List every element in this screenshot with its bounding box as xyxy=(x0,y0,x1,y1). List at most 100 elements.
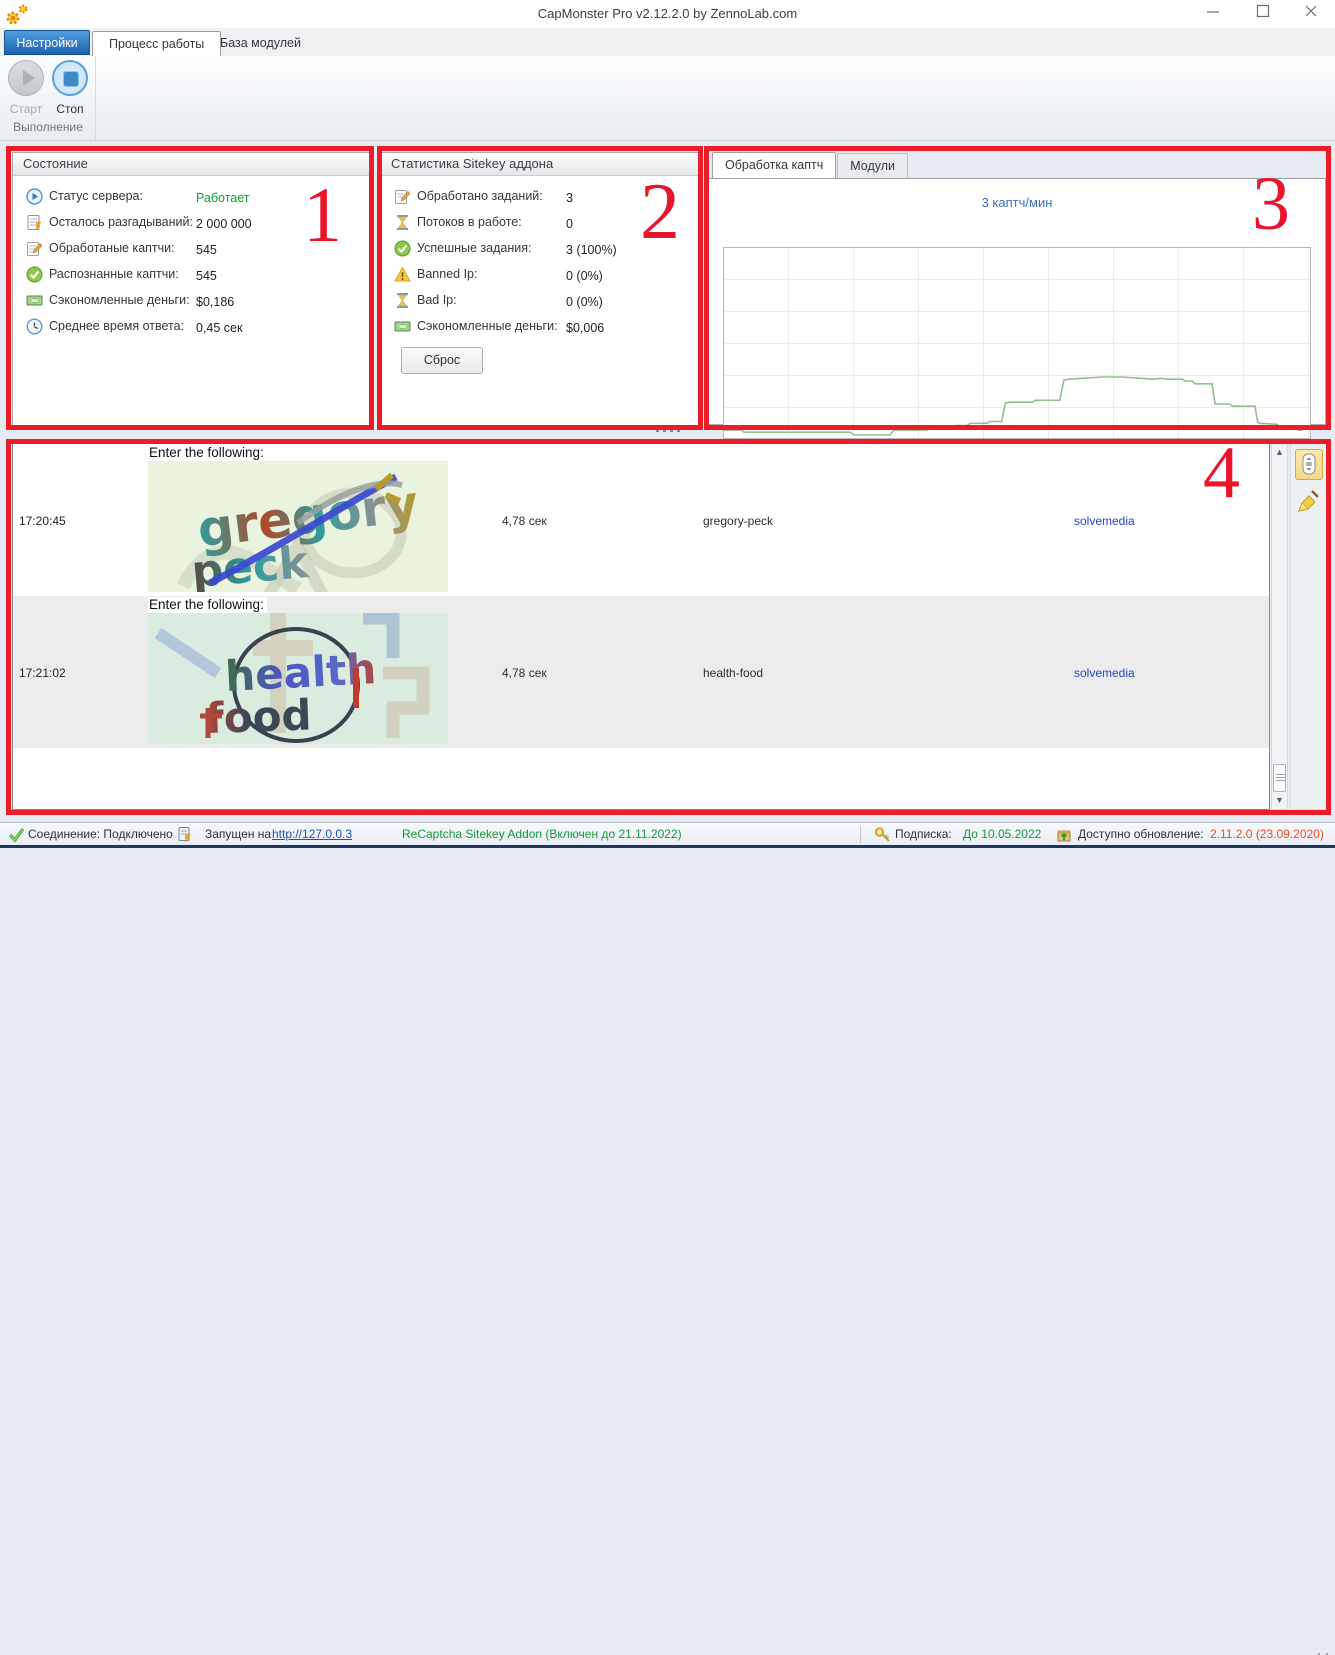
update-label: Доступно обновление: xyxy=(1078,827,1204,841)
sitekey-row: Успешные задания: 3 (100%) xyxy=(381,238,699,264)
running-at-label: Запущен на xyxy=(205,827,271,841)
status-panel-title: Состояние xyxy=(13,153,371,176)
status-value: 545 xyxy=(196,242,217,259)
banknote-icon xyxy=(394,318,411,335)
captcha-answer: gregory-peck xyxy=(703,514,773,528)
subscription-value: До 10.05.2022 xyxy=(963,827,1041,841)
window-title: CapMonster Pro v2.12.2.0 by ZennoLab.com xyxy=(0,0,1335,28)
captcha-image-block: Enter the following: health food xyxy=(148,597,448,747)
server-url-link[interactable]: http://127.0.0.3 xyxy=(272,827,352,841)
captcha-duration: 4,78 сек xyxy=(502,666,547,680)
connection-status: Соединение: Подключено xyxy=(28,827,173,841)
execution-group-label: Выполнение xyxy=(0,120,96,134)
chart-line xyxy=(724,377,1310,435)
check-circle-icon xyxy=(394,240,411,257)
status-label: Распознанные каптчи: xyxy=(49,267,179,281)
scroll-up-arrow[interactable]: ▲ xyxy=(1272,444,1287,461)
clear-list-button[interactable] xyxy=(1298,489,1321,513)
hourglass-icon xyxy=(394,214,411,231)
sitekey-value: $0,006 xyxy=(566,320,604,337)
stop-button[interactable]: Стоп xyxy=(49,60,91,116)
captcha-prompt: Enter the following: xyxy=(148,445,267,461)
sitekey-row: Сэкономленные деньги: $0,006 xyxy=(381,316,699,342)
captcha-image-block: Enter the following: gregory peck xyxy=(148,445,448,595)
scroll-thumb[interactable] xyxy=(1273,764,1286,792)
close-button[interactable] xyxy=(1296,4,1326,24)
check-circle-icon xyxy=(26,266,43,283)
title-bar: CapMonster Pro v2.12.2.0 by ZennoLab.com xyxy=(0,0,1335,28)
sitekey-panel-title: Статистика Sitekey аддона xyxy=(381,153,699,176)
sitekey-value: 0 (0%) xyxy=(566,268,603,285)
captcha-rate-chart xyxy=(723,247,1311,439)
status-row: Сэкономленные деньги: $0,186 xyxy=(13,290,371,316)
tab-work-process[interactable]: Процесс работы xyxy=(92,31,221,56)
captcha-row[interactable]: 17:21:02 Enter the following: health foo… xyxy=(13,596,1269,748)
status-value: Работает xyxy=(196,190,250,207)
tab-modules-db[interactable]: База модулей xyxy=(204,31,317,56)
captcha-time: 17:20:45 xyxy=(19,514,66,528)
horizontal-splitter[interactable] xyxy=(600,429,735,437)
update-box-icon xyxy=(1056,826,1073,843)
captcha-answer: health-food xyxy=(703,666,763,680)
status-row: Статус сервера: Работает xyxy=(13,186,371,212)
play-circle-icon xyxy=(26,188,43,205)
status-label: Статус сервера: xyxy=(49,189,143,203)
chart-panel: Обработка каптчМодули 3 каптч/мин xyxy=(708,152,1328,427)
status-value: 2 000 000 xyxy=(196,216,252,233)
update-value: 2.11.2.0 (23.09.2020) xyxy=(1210,827,1324,841)
execution-group: Старт Стоп Выполнение xyxy=(0,56,96,140)
captcha-list: 17:20:45 Enter the following: gregory pe… xyxy=(12,443,1270,810)
start-button[interactable]: Старт xyxy=(5,60,47,116)
sitekey-row: Bad Ip: 0 (0%) xyxy=(381,290,699,316)
captcha-image: gregory peck xyxy=(148,461,448,592)
captcha-duration: 4,78 сек xyxy=(502,514,547,528)
clock-icon xyxy=(26,318,43,335)
sitekey-row: Banned Ip: 0 (0%) xyxy=(381,264,699,290)
autoscroll-toggle-button[interactable] xyxy=(1295,449,1323,480)
status-label: Обработаные каптчи: xyxy=(49,241,175,255)
sitekey-label: Bad Ip: xyxy=(417,293,457,307)
doc-bolt-icon xyxy=(26,214,43,231)
hourglass-icon xyxy=(394,292,411,309)
tab-settings[interactable]: Настройки xyxy=(4,30,90,55)
banknote-icon xyxy=(26,292,43,309)
status-row: Распознанные каптчи: 545 xyxy=(13,264,371,290)
reset-button[interactable]: Сброс xyxy=(401,347,483,374)
server-doc-icon xyxy=(176,826,193,843)
scroll-down-arrow[interactable]: ▼ xyxy=(1272,792,1287,809)
sitekey-row: Потоков в работе: 0 xyxy=(381,212,699,238)
capmonster-window: CapMonster Pro v2.12.2.0 by ZennoLab.com… xyxy=(0,0,1335,848)
captcha-provider-link[interactable]: solvemedia xyxy=(1074,514,1135,528)
key-icon xyxy=(874,826,891,843)
stop-icon xyxy=(52,60,88,96)
captcha-row[interactable]: 17:20:45 Enter the following: gregory pe… xyxy=(13,444,1269,596)
play-icon xyxy=(8,60,44,96)
addon-status: ReCaptcha Sitekey Addon (Включен до 21.1… xyxy=(402,827,682,841)
minimize-button[interactable] xyxy=(1198,4,1228,24)
subscription-label: Подписка: xyxy=(895,827,952,841)
stop-label: Стоп xyxy=(49,102,91,116)
captcha-image: health food xyxy=(148,613,448,744)
sitekey-label: Успешные задания: xyxy=(417,241,531,255)
notepad-pencil-icon xyxy=(26,240,43,257)
captcha-prompt: Enter the following: xyxy=(148,597,267,613)
status-label: Сэкономленные деньги: xyxy=(49,293,190,307)
chart-title: 3 каптч/мин xyxy=(709,195,1325,210)
captcha-provider-link[interactable]: solvemedia xyxy=(1074,666,1135,680)
status-label: Осталось разгадываний: xyxy=(49,215,193,229)
statusbar-separator xyxy=(860,826,861,843)
sitekey-value: 3 xyxy=(566,190,573,207)
status-row: Осталось разгадываний: 2 000 000 xyxy=(13,212,371,238)
status-value: 0,45 сек xyxy=(196,320,242,337)
tab-modules[interactable]: Модули xyxy=(837,153,908,179)
list-tool-strip xyxy=(1290,443,1327,810)
maximize-button[interactable] xyxy=(1248,4,1278,24)
start-label: Старт xyxy=(5,102,47,116)
ribbon-tab-strip: Настройки Процесс работы База модулей xyxy=(0,28,1335,56)
sitekey-row: Обработано заданий: 3 xyxy=(381,186,699,212)
notepad-pencil-icon xyxy=(394,188,411,205)
tab-captcha-processing[interactable]: Обработка каптч xyxy=(712,152,836,179)
captcha-time: 17:21:02 xyxy=(19,666,66,680)
toggle-switch-icon xyxy=(1302,453,1316,475)
vertical-scrollbar[interactable]: ▲ ▼ xyxy=(1271,443,1288,810)
